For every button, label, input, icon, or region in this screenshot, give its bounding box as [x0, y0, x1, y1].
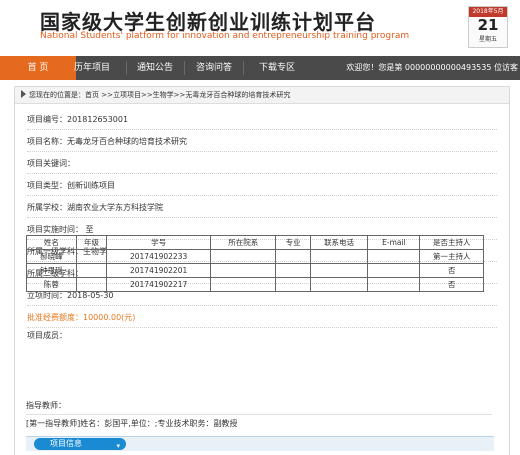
table-cell: [209, 277, 277, 292]
nav-announcements[interactable]: 通知公告: [126, 56, 184, 80]
breadcrumb-text[interactable]: 您现在的位置是：首页 >>立项项目>>生物学>>无毒龙牙百合种球的培育技术研究: [29, 91, 290, 99]
field-value: 无毒龙牙百合种球的培育技术研究: [67, 137, 187, 146]
table-cell: 否: [419, 263, 484, 278]
table-cell: [209, 249, 277, 264]
table-cell: [309, 277, 369, 292]
column-header: 姓名: [26, 235, 77, 250]
table-row: 钟思瑶 201741902201 否: [26, 263, 484, 278]
advisor-line: [第一指导教师]姓名：彭国平,单位：;专业技术职务：副教授: [26, 414, 492, 432]
field-label: 项目类型：: [27, 181, 67, 190]
project-info-tab[interactable]: 项目信息 ▾: [34, 438, 126, 450]
table-cell: [275, 277, 311, 292]
nav-downloads[interactable]: 下载专区: [244, 56, 310, 80]
nav-past-projects[interactable]: 历年项目: [60, 56, 124, 80]
table-cell: 否: [419, 277, 484, 292]
field-label: 项目关键词：: [27, 159, 75, 168]
field-project-type: 项目类型：创新训练项目: [27, 177, 497, 196]
field-label: 项目成员：: [27, 331, 67, 340]
visitor-counter: 欢迎您！您是第 00000000000493535 位访客: [346, 63, 518, 72]
table-cell: [275, 263, 311, 278]
table-cell: [75, 277, 108, 292]
calendar-day: 21: [477, 16, 499, 34]
field-label: 项目实施时间：: [27, 225, 83, 234]
column-header: 是否主持人: [419, 235, 484, 250]
column-header: 年级: [75, 235, 108, 250]
table-cell: 第一主持人: [419, 249, 484, 264]
project-info-label: 项目信息: [50, 439, 82, 448]
site-header: 国家级大学生创新创业训练计划平台 National Students' plat…: [0, 0, 520, 52]
field-value: 至: [83, 225, 94, 234]
table-cell: 陈蓉: [26, 277, 77, 292]
main-nav: 首 页 历年项目 通知公告 咨询问答 下载专区 欢迎您！您是第 00000000…: [0, 56, 520, 80]
field-members: 项目成员：: [27, 327, 497, 345]
field-label: 立项时间：: [27, 291, 67, 300]
field-value: 2018-05-30: [67, 291, 114, 300]
triangle-icon: [21, 90, 26, 98]
field-value: 湖南农业大学东方科技学院: [67, 203, 163, 212]
column-header: E-mail: [367, 235, 421, 250]
table-cell: 郝晓峰: [26, 249, 77, 264]
table-cell: 201741902217: [106, 277, 211, 292]
table-header-row: 姓名 年级 学号 所在院系 专业 联系电话 E-mail 是否主持人: [26, 235, 484, 250]
table-cell: [367, 249, 421, 264]
column-header: 学号: [106, 235, 211, 250]
section-bar: 项目信息 ▾: [26, 436, 494, 451]
calendar-widget: 2018年5月 21 星期五: [468, 6, 508, 48]
field-project-name: 项目名称：无毒龙牙百合种球的培育技术研究: [27, 133, 497, 152]
table-cell: [309, 249, 369, 264]
field-keywords: 项目关键词：: [27, 155, 497, 174]
table-row: 陈蓉 201741902217 否: [26, 277, 484, 292]
column-header: 专业: [275, 235, 311, 250]
calendar-weekday: 星期五: [478, 36, 497, 43]
field-school: 所属学校：湖南农业大学东方科技学院: [27, 199, 497, 218]
table-cell: [75, 249, 108, 264]
nav-qa[interactable]: 咨询问答: [185, 56, 243, 80]
advisor-section: 指导教师： [第一指导教师]姓名：彭国平,单位：;专业技术职务：副教授: [26, 397, 492, 431]
table-cell: [275, 249, 311, 264]
members-table: 姓名 年级 学号 所在院系 专业 联系电话 E-mail 是否主持人 郝晓峰 2…: [26, 235, 484, 292]
field-label: 项目编号：: [27, 115, 67, 124]
table-cell: [309, 263, 369, 278]
field-label: 所属学校：: [27, 203, 67, 212]
field-approved-funding: 批准经费额度：10000.00(元): [27, 309, 497, 328]
column-header: 所在院系: [209, 235, 277, 250]
chevron-down-icon: ▾: [116, 442, 120, 450]
table-cell: [367, 277, 421, 292]
table-cell: [367, 263, 421, 278]
table-row: 郝晓峰 201741902233 第一主持人: [26, 249, 484, 264]
column-header: 联系电话: [309, 235, 369, 250]
table-cell: 201741902233: [106, 249, 211, 264]
site-subtitle: National Students' platform for innovati…: [40, 31, 410, 41]
table-cell: [75, 263, 108, 278]
field-value: 创新训练项目: [67, 181, 115, 190]
table-cell: [209, 263, 277, 278]
table-cell: 201741902201: [106, 263, 211, 278]
breadcrumb: 您现在的位置是：首页 >>立项项目>>生物学>>无毒龙牙百合种球的培育技术研究: [15, 87, 509, 104]
field-project-number: 项目编号：201812653001: [27, 111, 497, 130]
field-label: 批准经费额度：: [27, 313, 83, 322]
table-cell: 钟思瑶: [26, 263, 77, 278]
field-label: 项目名称：: [27, 137, 67, 146]
advisor-label: 指导教师：: [26, 401, 66, 410]
field-value: 201812653001: [67, 115, 129, 124]
field-value: 10000.00(元): [83, 313, 136, 322]
